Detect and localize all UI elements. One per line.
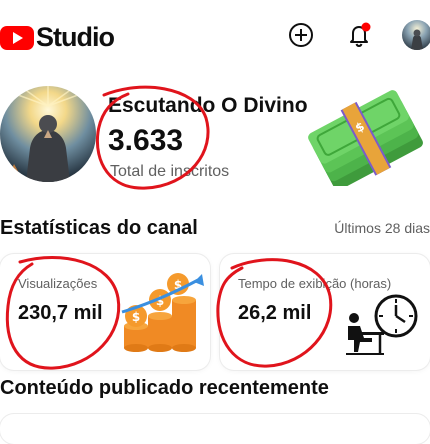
account-avatar[interactable] [402,20,430,50]
create-button[interactable] [286,20,316,50]
plus-circle-icon [289,23,313,47]
subscriber-label: Total de inscritos [110,163,230,180]
views-card[interactable]: Visualizações 230,7 mil $ $ $ [0,254,210,370]
watch-time-value: 26,2 mil [238,302,312,324]
channel-name[interactable]: Escutando O Divino [108,94,308,118]
svg-text:$: $ [132,310,140,324]
recent-content-title: Conteúdo publicado recentemente [0,377,329,399]
views-value: 230,7 mil [18,302,103,324]
subscriber-count: 3.633 [108,124,184,157]
clock-person-icon [346,294,418,355]
avatar [402,20,430,50]
notification-badge [361,22,371,32]
money-stack-illustration: $ [308,90,423,186]
recent-content-card[interactable] [0,414,430,444]
channel-avatar[interactable] [0,86,96,182]
stats-title: Estatísticas do canal [0,217,198,239]
top-bar: Studio [0,0,430,70]
watch-time-card[interactable]: Tempo de exibição (horas) 26,2 mil [220,254,430,370]
channel-summary: Escutando O Divino 3.633 Total de inscri… [0,86,430,196]
stats-period[interactable]: Últimos 28 dias [334,220,430,236]
watch-time-label: Tempo de exibição (horas) [238,276,392,291]
logo-text: Studio [36,22,115,52]
studio-logo[interactable]: Studio [0,22,115,53]
bell-icon [350,22,371,48]
youtube-play-icon [0,25,34,50]
views-label: Visualizações [18,276,98,291]
channel-avatar-image [0,86,96,182]
coins-growth-illustration: $ $ $ [121,273,204,352]
notifications-button[interactable] [344,20,374,50]
